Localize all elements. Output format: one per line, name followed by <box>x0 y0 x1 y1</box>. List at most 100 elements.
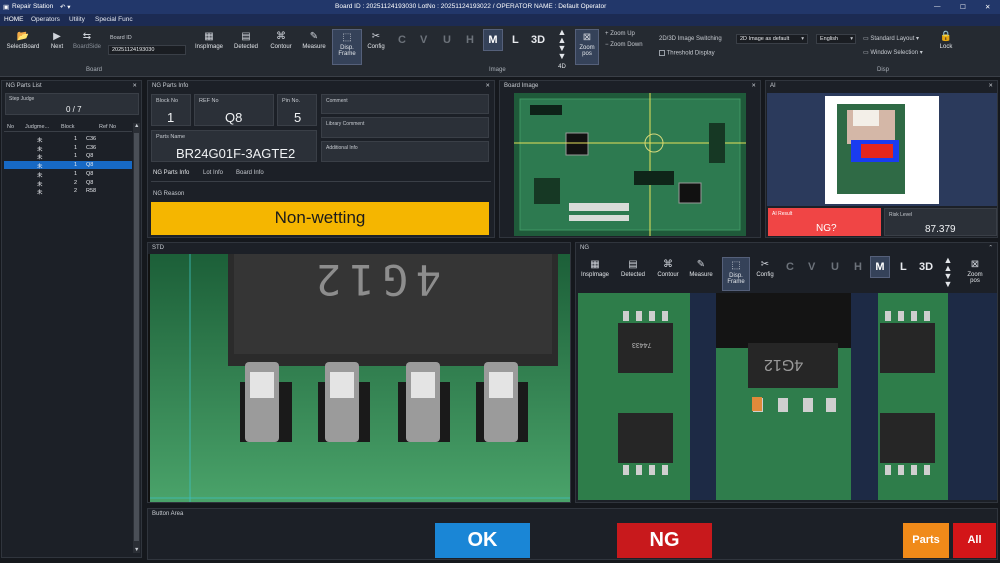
ng-channel-h[interactable]: H <box>854 261 862 273</box>
ng-measure-button[interactable]: ✎ Measure <box>686 259 716 278</box>
close-icon[interactable]: ✕ <box>751 83 756 89</box>
ng-disp-frame-button[interactable]: ⬚ Disp. Frame <box>722 257 750 291</box>
list-header: No Judgme... Block Ref No <box>4 123 132 132</box>
ng-image-grid[interactable] <box>578 293 997 500</box>
menu-operators[interactable]: Operators <box>31 16 60 23</box>
zoom-up-button[interactable]: + Zoom Up <box>605 31 635 37</box>
board-id-field[interactable]: 20251124193030 <box>108 45 186 55</box>
close-icon[interactable]: ✕ <box>132 83 137 89</box>
channel-c[interactable]: C <box>398 34 406 46</box>
minus-icon: − <box>605 42 609 48</box>
ng-channel-3d[interactable]: 3D <box>919 261 933 273</box>
channel-l[interactable]: L <box>512 34 519 46</box>
table-row[interactable]: 未 1 Q8 <box>4 161 132 170</box>
menu-bar: HOME Operators Utility Special Func <box>0 14 1000 26</box>
ng-detected-button[interactable]: ▤ Detected <box>618 259 648 278</box>
image-switch-select[interactable]: 2D Image as default ▾ <box>736 34 808 44</box>
measure-button[interactable]: ✎ Measure <box>300 31 328 50</box>
ai-heatmap-image[interactable] <box>825 96 939 204</box>
parts-button[interactable]: Parts <box>903 523 949 558</box>
group-board-label: Board <box>86 67 103 73</box>
ng-reason-value: Non-wetting <box>151 202 489 235</box>
table-row[interactable]: 未 1 C36 <box>4 135 132 144</box>
maximize-icon[interactable]: ☐ <box>960 3 966 11</box>
ng-zoom-pos-button[interactable]: ⊠ Zoom pos <box>962 257 988 291</box>
contour-icon: ⌘ <box>663 259 673 270</box>
scrollbar[interactable]: ▲ ▼ <box>133 123 140 553</box>
tab-board-info[interactable]: Board Info <box>236 170 264 176</box>
close-icon[interactable]: ✕ <box>988 83 993 89</box>
close-icon[interactable]: ✕ <box>985 3 990 11</box>
app-icon: ▣ <box>3 4 10 11</box>
ng-parts-info-panel: NG Parts Info ✕ Block No 1 REF No Q8 Pin N… <box>147 80 495 238</box>
disp-frame-button[interactable]: ⬚ Disp. Frame <box>332 29 362 65</box>
zoom-pos-button[interactable]: ⊠ Zoom pos <box>575 29 599 65</box>
table-row[interactable]: 未 1 Q8 <box>4 170 132 179</box>
channel-u[interactable]: U <box>443 34 451 46</box>
detected-icon: ▤ <box>241 31 251 42</box>
ng-channel-l[interactable]: L <box>900 261 907 273</box>
ok-button[interactable]: OK <box>435 523 530 558</box>
comment-box[interactable]: Comment <box>321 94 489 114</box>
additional-info-box[interactable]: Additional Info <box>321 141 489 162</box>
ng-channel-m[interactable]: M <box>870 256 890 278</box>
tab-ng-parts-info[interactable]: NG Parts Info <box>153 170 189 176</box>
next-button[interactable]: ▶ Next <box>47 31 67 50</box>
ng-chip-code-2: 4G12 <box>764 356 804 373</box>
detected-button[interactable]: ▤ Detected <box>230 31 262 50</box>
title-bar: ▣ Repair Station ↶ ▾ Board ID : 20251124… <box>0 0 1000 14</box>
minimize-icon[interactable]: — <box>934 3 941 10</box>
ng-channel-u[interactable]: U <box>831 261 839 273</box>
ai-result-box: AI Result NG? <box>768 208 881 236</box>
menu-home[interactable]: HOME <box>4 16 24 23</box>
ng-channel-c[interactable]: C <box>786 261 794 273</box>
all-button[interactable]: All <box>953 523 996 558</box>
undo-icon[interactable]: ↶ ▾ <box>60 3 71 11</box>
config-button[interactable]: ✂ Config <box>364 31 388 50</box>
ai-panel: AI ✕ AI Result NG? Risk Level 87.379 <box>765 80 998 238</box>
ng-config-button[interactable]: ✂ Config <box>753 259 777 278</box>
window-selection-button[interactable]: ▭ Window Selection ▾ <box>863 49 923 56</box>
table-row[interactable]: 未 2 Q8 <box>4 179 132 188</box>
collapse-icon[interactable]: ⌃ <box>988 245 993 251</box>
lock-button[interactable]: 🔒 Lock <box>936 31 956 50</box>
channel-h[interactable]: H <box>466 34 474 46</box>
ng-view-panel: NG ⌃ ▦ InspImage ▤ Detected ⌘ Contour ✎ Meas… <box>575 242 998 503</box>
ng-button[interactable]: NG <box>617 523 712 558</box>
ng-contour-button[interactable]: ⌘ Contour <box>653 259 683 278</box>
contour-button[interactable]: ⌘ Contour <box>266 31 296 50</box>
board-side-button[interactable]: ⇆ BoardSide <box>71 31 103 50</box>
arrows-icon: ▲ ▲ ▼ ▼ <box>943 255 953 289</box>
lock-icon: 🔒 <box>939 31 953 42</box>
table-row[interactable]: 未 1 Q8 <box>4 152 132 161</box>
4d-button[interactable]: ▲ ▲ ▼ ▼ 4D <box>552 28 572 71</box>
table-row[interactable]: 未 1 C36 <box>4 144 132 153</box>
table-row[interactable]: 未 2 R58 <box>4 187 132 196</box>
ng-insp-image-button[interactable]: ▦ InspImage <box>580 259 610 278</box>
ai-title: AI <box>766 81 997 92</box>
channel-3d[interactable]: 3D <box>531 34 545 46</box>
zoom-icon: ⊠ <box>582 32 592 43</box>
channel-v[interactable]: V <box>420 34 427 46</box>
threshold-checkbox[interactable]: Threshold Display <box>659 50 715 57</box>
board-image[interactable] <box>514 93 746 236</box>
zoom-down-button[interactable]: − Zoom Down <box>605 42 643 48</box>
scroll-up-icon[interactable]: ▲ <box>134 123 139 129</box>
image-icon: ▦ <box>204 31 214 42</box>
language-select[interactable]: English ▾ <box>816 34 856 44</box>
scroll-thumb[interactable] <box>134 133 139 541</box>
ng-4d-button[interactable]: ▲ ▲ ▼ ▼ <box>938 255 958 289</box>
pencil-icon: ✎ <box>696 259 706 270</box>
channel-m[interactable]: M <box>483 29 503 51</box>
standard-layout-button[interactable]: ▭ Standard Layout ▾ <box>863 35 919 42</box>
menu-special-func[interactable]: Special Func <box>95 16 133 23</box>
library-comment-box[interactable]: Library Comment <box>321 117 489 138</box>
select-board-button[interactable]: 📂 SelectBoard <box>5 31 41 50</box>
scroll-down-icon[interactable]: ▼ <box>134 547 139 553</box>
board-image-panel: Board Image ✕ <box>499 80 761 238</box>
insp-image-button[interactable]: ▦ InspImage <box>193 31 225 50</box>
close-icon[interactable]: ✕ <box>485 83 490 89</box>
menu-utility[interactable]: Utility <box>69 16 85 23</box>
tab-lot-info[interactable]: Lot Info <box>203 170 223 176</box>
ng-channel-v[interactable]: V <box>808 261 815 273</box>
